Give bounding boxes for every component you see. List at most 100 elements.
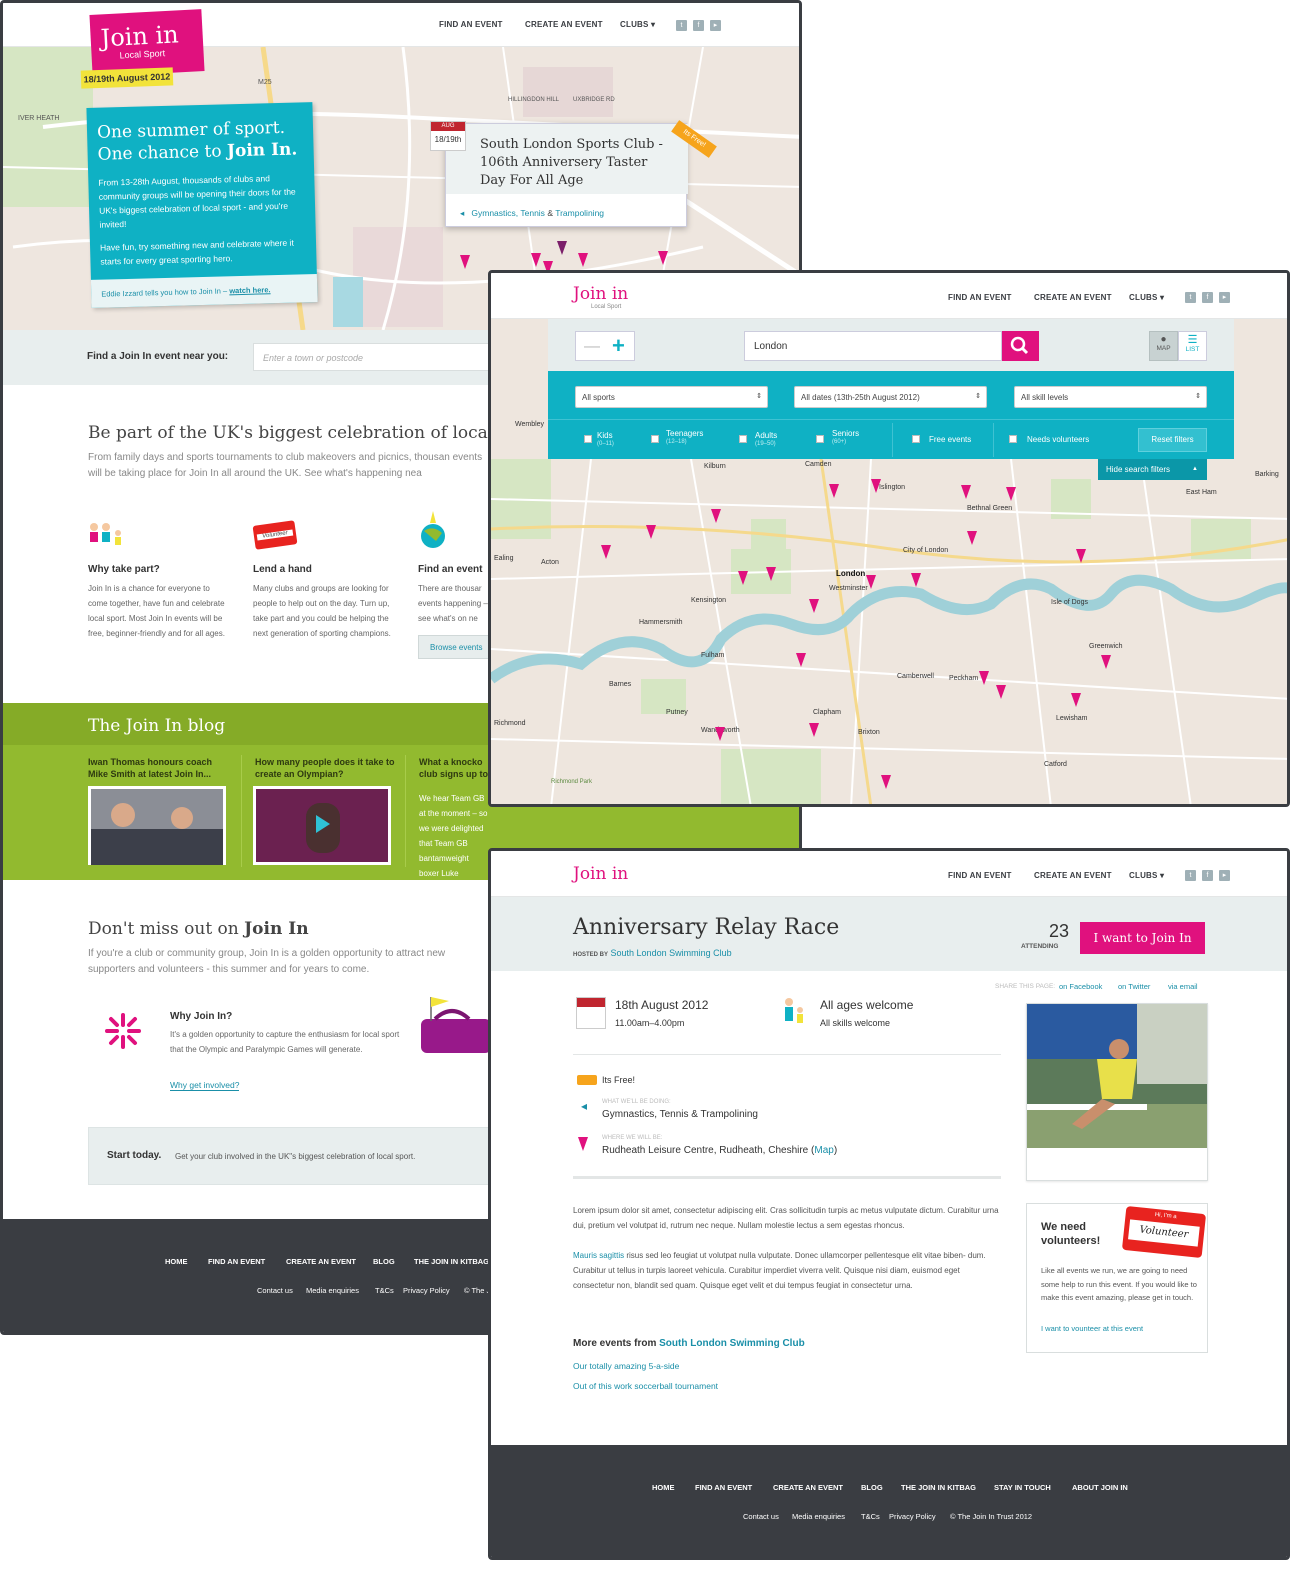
event-popup[interactable]: South London Sports Club - 106th Anniver… [445,123,688,227]
event-pin[interactable] [809,723,819,737]
twitter-icon[interactable]: t [676,20,687,31]
adults-checkbox[interactable] [739,435,747,443]
event-pin[interactable] [996,685,1006,699]
more-event-link[interactable]: Our totally amazing 5-a-side [573,1361,679,1371]
footer-nav-kitbag[interactable]: THE JOIN IN KITBAG [414,1257,489,1266]
play-icon[interactable] [316,815,330,833]
join-in-logo[interactable]: Join in Local Sport [89,9,205,77]
search-button[interactable] [1002,331,1039,361]
event-pin[interactable] [738,571,748,585]
list-view-toggle[interactable]: ☰ LIST [1178,331,1207,361]
event-pin[interactable] [829,484,839,498]
footer-nav-find[interactable]: FIND AN EVENT [695,1483,752,1492]
logo-text[interactable]: Join in [573,864,628,884]
event-pin[interactable] [711,509,721,523]
watch-here-link[interactable]: watch here. [229,285,270,295]
event-pin[interactable] [911,573,921,587]
footer-tcs[interactable]: T&Cs [861,1512,880,1521]
location-search-input[interactable]: London [744,331,1002,361]
event-pin[interactable] [866,575,876,589]
kids-checkbox[interactable] [584,435,592,443]
popup-sport-2[interactable]: Tennis [520,208,545,218]
facebook-icon[interactable]: f [693,20,704,31]
event-pin[interactable] [578,253,588,267]
share-twitter-link[interactable]: on Twitter [1118,982,1150,991]
event-pin[interactable] [881,775,891,789]
share-email-link[interactable]: via email [1168,982,1198,991]
skill-select[interactable]: All skill levels ⇕ [1014,386,1207,408]
popup-sport-3[interactable]: Trampolining [555,208,604,218]
nav-create-event[interactable]: CREATE AN EVENT [1034,293,1112,302]
logo-text[interactable]: Join in [573,284,628,304]
footer-tcs[interactable]: T&Cs [375,1286,394,1295]
nav-find-event[interactable]: FIND AN EVENT [439,20,503,29]
seniors-checkbox[interactable] [816,435,824,443]
nav-create-event[interactable]: CREATE AN EVENT [525,20,603,29]
event-pin[interactable] [1006,487,1016,501]
nav-find-event[interactable]: FIND AN EVENT [948,871,1012,880]
event-pin[interactable] [871,479,881,493]
hide-filters-button[interactable]: Hide search filters ▲ [1098,459,1207,480]
event-pin[interactable] [967,531,977,545]
twitter-icon[interactable]: t [1185,292,1196,303]
event-pin[interactable] [1071,693,1081,707]
blog-post-title[interactable]: What a knocko club signs up to [419,756,491,780]
blog-post-title[interactable]: Iwan Thomas honours coach Mike Smith at … [88,756,233,780]
event-pin[interactable] [1101,655,1111,669]
dates-select[interactable]: All dates (13th-25th August 2012) ⇕ [794,386,987,408]
nav-create-event[interactable]: CREATE AN EVENT [1034,871,1112,880]
facebook-icon[interactable]: f [1202,870,1213,881]
why-get-involved-link[interactable]: Why get involved? [170,1080,240,1091]
footer-nav-kitbag[interactable]: THE JOIN IN KITBAG [901,1483,976,1492]
twitter-icon[interactable]: t [1185,870,1196,881]
youtube-icon[interactable]: ▸ [710,20,721,31]
more-event-link[interactable]: Out of this work soccerball tournament [573,1381,718,1391]
footer-nav-home[interactable]: HOME [165,1257,188,1266]
nav-clubs[interactable]: CLUBS ▾ [1129,871,1164,880]
footer-nav-stay-in-touch[interactable]: STAY IN TOUCH [994,1483,1051,1492]
footer-nav-blog[interactable]: BLOG [861,1483,883,1492]
teens-checkbox[interactable] [651,435,659,443]
footer-media[interactable]: Media enquiries [792,1512,845,1521]
map-link[interactable]: Map [814,1145,833,1156]
footer-nav-about[interactable]: ABOUT JOIN IN [1072,1483,1128,1492]
footer-contact[interactable]: Contact us [743,1512,779,1521]
footer-contact[interactable]: Contact us [257,1286,293,1295]
event-pin[interactable] [809,599,819,613]
zoom-out-button[interactable]: — [584,338,600,356]
zoom-in-button[interactable]: + [612,333,625,359]
event-pin[interactable] [766,567,776,581]
needs-volunteers-checkbox[interactable] [1009,435,1017,443]
event-pin[interactable] [961,485,971,499]
footer-nav-create[interactable]: CREATE AN EVENT [286,1257,356,1266]
facebook-icon[interactable]: f [1202,292,1213,303]
volunteer-link[interactable]: I want to vounteer at this event [1041,1324,1143,1333]
join-in-button[interactable]: I want to Join In [1080,922,1205,954]
footer-nav-find[interactable]: FIND AN EVENT [208,1257,265,1266]
footer-privacy[interactable]: Privacy Policy [403,1286,450,1295]
mauris-link[interactable]: Mauris sagittis [573,1251,624,1260]
event-pin[interactable] [1076,549,1086,563]
footer-privacy[interactable]: Privacy Policy [889,1512,936,1521]
event-pin[interactable] [601,545,611,559]
reset-filters-button[interactable]: Reset filters [1138,428,1207,452]
free-events-checkbox[interactable] [912,435,920,443]
postcode-input[interactable]: Enter a town or postcode [253,343,493,371]
nav-clubs[interactable]: CLUBS ▾ [620,20,655,29]
event-pin[interactable] [979,671,989,685]
event-pin-selected[interactable] [557,241,567,255]
event-pin[interactable] [715,727,725,741]
event-photo[interactable] [1027,1004,1207,1148]
map-view-toggle[interactable]: ● MAP [1149,331,1178,361]
blog-thumbnail[interactable] [88,786,226,865]
browse-events-button[interactable]: Browse events [418,635,491,659]
host-link[interactable]: South London Swimming Club [611,948,732,958]
footer-nav-blog[interactable]: BLOG [373,1257,395,1266]
popup-title[interactable]: South London Sports Club - 106th Anniver… [480,136,675,190]
footer-nav-home[interactable]: HOME [652,1483,675,1492]
nav-find-event[interactable]: FIND AN EVENT [948,293,1012,302]
nav-clubs[interactable]: CLUBS ▾ [1129,293,1164,302]
youtube-icon[interactable]: ▸ [1219,292,1230,303]
more-events-host-link[interactable]: South London Swimming Club [659,1338,805,1349]
event-pin[interactable] [460,255,470,269]
